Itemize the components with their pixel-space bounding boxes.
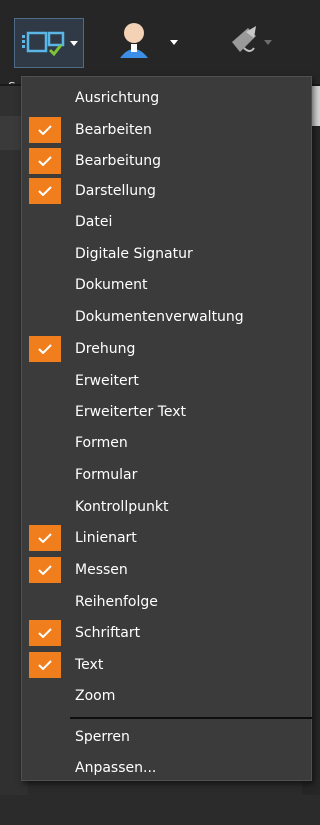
menu-item-dokumentenverwaltung[interactable]: Dokumentenverwaltung	[22, 303, 311, 331]
menu-item-schriftart[interactable]: Schriftart	[22, 619, 311, 647]
menu-item-messen[interactable]: Messen	[22, 556, 311, 584]
menu-item-label: Erweitert	[75, 373, 139, 389]
menu-item-linienart[interactable]: Linienart	[22, 524, 311, 552]
chevron-down-icon	[70, 41, 78, 46]
menu-item-label: Erweiterter Text	[75, 404, 187, 420]
checkmark-icon	[29, 148, 61, 174]
checkmark-icon	[29, 117, 61, 143]
toolbars-dropdown-menu: Ausrichtung Bearbeiten Bearbeitung Darst…	[21, 76, 312, 781]
toolbars-toggle-button[interactable]	[14, 18, 84, 68]
menu-item-datei[interactable]: Datei	[22, 208, 311, 236]
menu-item-ausrichtung[interactable]: Ausrichtung	[22, 84, 311, 112]
menu-item-label: Digitale Signatur	[75, 246, 193, 262]
menu-item-formen[interactable]: Formen	[22, 429, 311, 457]
checkmark-icon	[29, 525, 61, 551]
menu-item-label: Messen	[75, 562, 128, 578]
user-menu-button[interactable]	[114, 18, 184, 68]
menu-item-label: Schriftart	[75, 625, 141, 641]
menu-item-darstellung[interactable]: Darstellung	[22, 177, 311, 205]
menu-item-label: Linienart	[75, 530, 137, 546]
menu-item-label: Formular	[75, 467, 138, 483]
menu-item-erweitert[interactable]: Erweitert	[22, 367, 311, 395]
menu-item-label: Formen	[75, 435, 128, 451]
menu-item-label: Reihenfolge	[75, 594, 158, 610]
menu-item-label: Dokumentenverwaltung	[75, 309, 244, 325]
menu-item-label: Drehung	[75, 341, 136, 357]
sign-document-button[interactable]	[222, 18, 282, 68]
menu-item-label: Darstellung	[75, 183, 156, 199]
menu-item-label: Dokument	[75, 277, 148, 293]
menu-item-sperren[interactable]: Sperren	[22, 723, 311, 751]
checkmark-icon	[29, 557, 61, 583]
menu-item-label: Bearbeiten	[75, 122, 152, 138]
menu-item-text[interactable]: Text	[22, 651, 311, 679]
menu-item-drehung[interactable]: Drehung	[22, 335, 311, 363]
bottom-area	[0, 795, 320, 825]
toolbar: Sy	[0, 0, 320, 94]
menu-item-label: Zoom	[75, 688, 116, 704]
menu-item-dokument[interactable]: Dokument	[22, 271, 311, 299]
pen-document-icon	[232, 26, 256, 52]
menu-item-bearbeitung[interactable]: Bearbeitung	[22, 147, 311, 175]
menu-item-label: Ausrichtung	[75, 90, 160, 106]
menu-item-label: Kontrollpunkt	[75, 499, 169, 515]
menu-item-reihenfolge[interactable]: Reihenfolge	[22, 588, 311, 616]
menu-item-zoom[interactable]: Zoom	[22, 682, 311, 710]
menu-item-label: Anpassen...	[75, 760, 157, 776]
checkmark-icon	[29, 336, 61, 362]
menu-item-erweiterter-text[interactable]: Erweiterter Text	[22, 398, 311, 426]
user-icon	[120, 23, 148, 58]
chevron-down-icon	[264, 40, 272, 45]
menu-item-label: Bearbeitung	[75, 153, 162, 169]
chevron-down-icon	[170, 40, 178, 45]
menu-item-kontrollpunkt[interactable]: Kontrollpunkt	[22, 493, 311, 521]
menu-item-anpassen[interactable]: Anpassen...	[22, 754, 311, 782]
checkmark-icon	[29, 652, 61, 678]
menu-item-label: Datei	[75, 214, 113, 230]
menu-item-label: Sperren	[75, 729, 130, 745]
checkmark-icon	[29, 178, 61, 204]
menu-item-formular[interactable]: Formular	[22, 461, 311, 489]
menu-item-bearbeiten[interactable]: Bearbeiten	[22, 116, 311, 144]
menu-separator	[70, 717, 312, 719]
menu-item-digitale-signatur[interactable]: Digitale Signatur	[22, 240, 311, 268]
menu-item-label: Text	[75, 657, 104, 673]
checkmark-icon	[29, 620, 61, 646]
